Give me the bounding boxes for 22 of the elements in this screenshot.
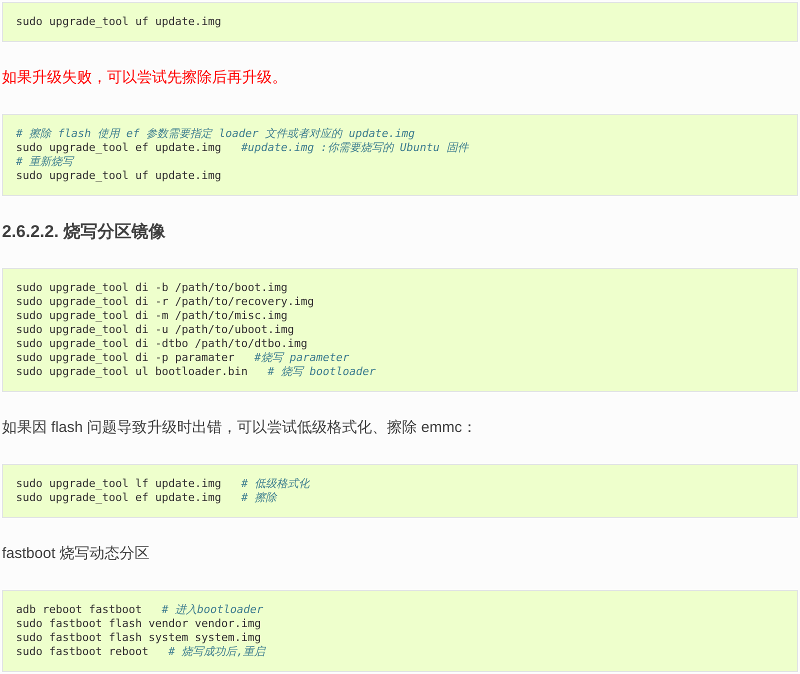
code-line: adb reboot fastboot # 进入bootloader bbox=[16, 603, 264, 617]
code-line: sudo upgrade_tool ef update.img #update.img :你需要烧写的 Ubuntu 固件 bbox=[16, 141, 468, 155]
code-line: sudo upgrade_tool lf update.img # 低级格式化 bbox=[16, 477, 310, 491]
code-line: sudo upgrade_tool di -m /path/to/misc.img bbox=[16, 309, 288, 323]
code-line: # 擦除 flash 使用 ef 参数需要指定 loader 文件或者对应的 update.img bbox=[16, 127, 415, 141]
warning-text: 如果升级失败，可以尝试先擦除后再升级。 bbox=[2, 68, 287, 88]
code-line: sudo upgrade_tool ef update.img # 擦除 bbox=[16, 491, 276, 505]
code-line: sudo upgrade_tool di -r /path/to/recovery.img bbox=[16, 295, 314, 309]
code-line: sudo fastboot flash system system.img bbox=[16, 631, 262, 645]
code-line: sudo upgrade_tool di -u /path/to/uboot.img bbox=[16, 323, 294, 337]
code-line: sudo upgrade_tool ul bootloader.bin # 烧写 bootloader bbox=[16, 365, 376, 379]
code-line: sudo upgrade_tool uf update.img bbox=[16, 15, 222, 29]
code-line: sudo fastboot flash vendor vendor.img bbox=[16, 617, 262, 631]
code-line: sudo upgrade_tool di -dtbo /path/to/dtbo.img bbox=[16, 337, 308, 351]
code-line: sudo upgrade_tool di -b /path/to/boot.img bbox=[16, 281, 288, 295]
paragraph: 如果因 flash 问题导致升级时出错，可以尝试低级格式化、擦除 emmc： bbox=[2, 418, 478, 438]
paragraph: fastboot 烧写动态分区 bbox=[2, 544, 150, 564]
code-line: # 重新烧写 bbox=[16, 155, 74, 169]
code-line: sudo upgrade_tool di -p paramater #烧写 parameter bbox=[16, 351, 350, 365]
code-line: sudo fastboot reboot # 烧写成功后,重启 bbox=[16, 645, 266, 659]
code-line: sudo upgrade_tool uf update.img bbox=[16, 169, 222, 183]
section-heading: 2.6.2.2. 烧写分区镜像 bbox=[2, 221, 166, 243]
